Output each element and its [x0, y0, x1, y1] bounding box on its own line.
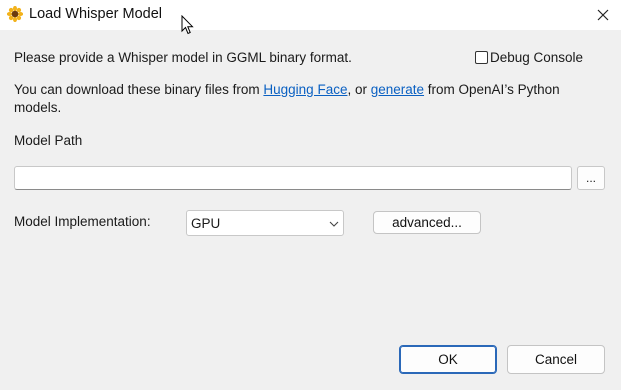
- advanced-button[interactable]: advanced...: [373, 211, 481, 234]
- download-middle: , or: [347, 82, 371, 97]
- title-bar: Load Whisper Model: [0, 0, 621, 30]
- cancel-label: Cancel: [534, 352, 578, 367]
- selected-implementation: GPU: [191, 216, 221, 231]
- chevron-down-icon: [329, 221, 339, 227]
- intro-text: Please provide a Whisper model in GGML b…: [14, 50, 352, 65]
- mouse-pointer-icon: [181, 15, 194, 35]
- sunflower-icon: [7, 6, 23, 22]
- model-implementation-select[interactable]: GPU: [186, 210, 344, 236]
- download-text: You can download these binary files from…: [14, 82, 560, 97]
- download-prefix: You can download these binary files from: [14, 82, 264, 97]
- ok-label: OK: [438, 352, 458, 367]
- model-path-label: Model Path: [14, 133, 83, 148]
- download-text-line2: models.: [14, 100, 62, 115]
- window-title: Load Whisper Model: [29, 6, 162, 22]
- model-path-input[interactable]: [14, 166, 572, 190]
- hugging-face-link[interactable]: Hugging Face: [263, 82, 347, 97]
- generate-link[interactable]: generate: [371, 82, 424, 97]
- debug-console-checkbox[interactable]: [475, 51, 488, 64]
- browse-button[interactable]: ...: [577, 166, 605, 190]
- close-button[interactable]: [591, 3, 615, 27]
- advanced-label: advanced...: [392, 215, 462, 230]
- debug-console-label[interactable]: Debug Console: [490, 50, 583, 65]
- model-implementation-label: Model Implementation:: [14, 214, 151, 229]
- ok-button[interactable]: OK: [399, 345, 497, 374]
- download-suffix: from OpenAI’s Python: [424, 82, 560, 97]
- browse-label: ...: [585, 171, 596, 185]
- cancel-button[interactable]: Cancel: [507, 345, 605, 374]
- close-icon: [597, 9, 609, 21]
